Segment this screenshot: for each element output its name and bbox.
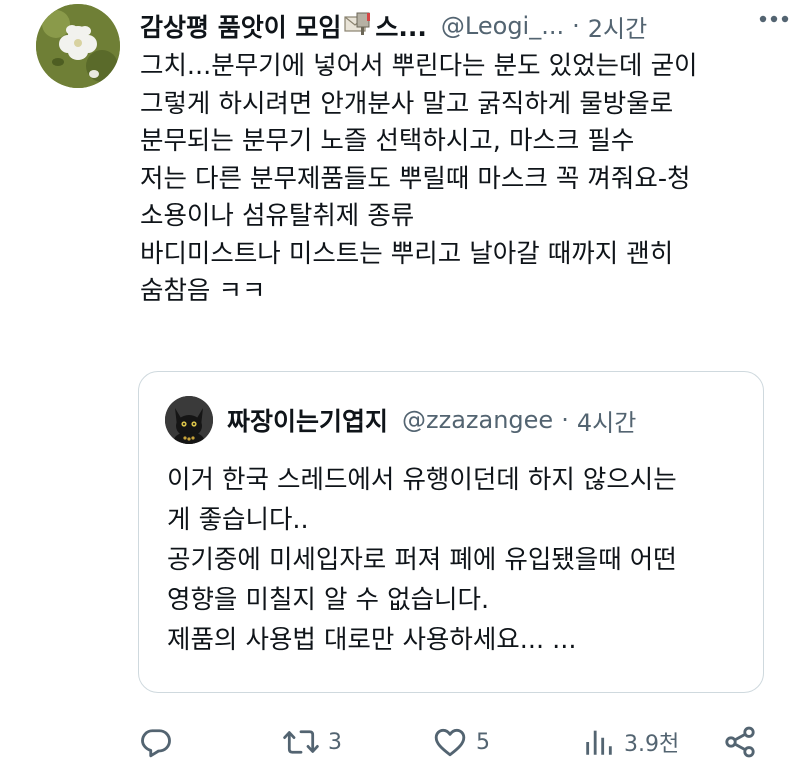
retweet-count: 3 (328, 729, 342, 755)
more-options-button[interactable] (756, 4, 792, 34)
mailbox-emoji-icon (343, 11, 373, 41)
cat-avatar-image (165, 396, 213, 444)
header-separator: · (572, 12, 580, 40)
tweet-header: 감상평 품앗이 모임 스... @Leogi_... · 2시간 (140, 6, 780, 46)
quote-timestamp[interactable]: 4시간 (577, 403, 636, 438)
share-button[interactable] (722, 722, 758, 762)
author-avatar[interactable] (36, 4, 120, 88)
quote-author-display-name[interactable]: 짜장이는기엽지 (227, 402, 388, 438)
quote-header: 짜장이는기엽지 @zzazangee · 4시간 (227, 402, 636, 438)
reply-button[interactable] (138, 722, 174, 762)
retweet-icon (283, 730, 319, 754)
author-display-name[interactable]: 감상평 품앗이 모임 (140, 8, 341, 44)
share-icon (725, 726, 755, 758)
avatar-image (36, 4, 120, 88)
views-button[interactable]: 3.9천 (582, 722, 679, 762)
reply-icon (141, 729, 171, 758)
quote-author-avatar[interactable] (165, 396, 213, 444)
author-display-name-suffix[interactable]: 스... (375, 8, 427, 44)
views-count: 3.9천 (624, 732, 680, 757)
quote-header-separator: · (561, 406, 569, 434)
tweet-action-bar: 3 5 3.9천 (138, 722, 778, 762)
more-icon (759, 15, 789, 23)
tweet-text: 그치...분무기에 넣어서 뿌린다는 분도 있었는데 굳이 그렇게 하시려면 안… (140, 51, 698, 306)
like-count: 5 (476, 729, 490, 755)
heart-icon (434, 728, 466, 757)
quoted-tweet[interactable]: 짜장이는기엽지 @zzazangee · 4시간 이거 한국 스레드에서 유행이… (138, 371, 764, 693)
like-button[interactable]: 5 (432, 722, 490, 762)
tweet-timestamp[interactable]: 2시간 (588, 9, 647, 44)
retweet-button[interactable]: 3 (282, 722, 342, 762)
author-handle[interactable]: @Leogi_... (441, 12, 564, 40)
quote-author-handle[interactable]: @zzazangee (402, 406, 553, 434)
analytics-icon (586, 730, 612, 755)
quote-text: 이거 한국 스레드에서 유행이던데 하지 않으시는 게 좋습니다.. 공기중에 … (167, 465, 677, 655)
